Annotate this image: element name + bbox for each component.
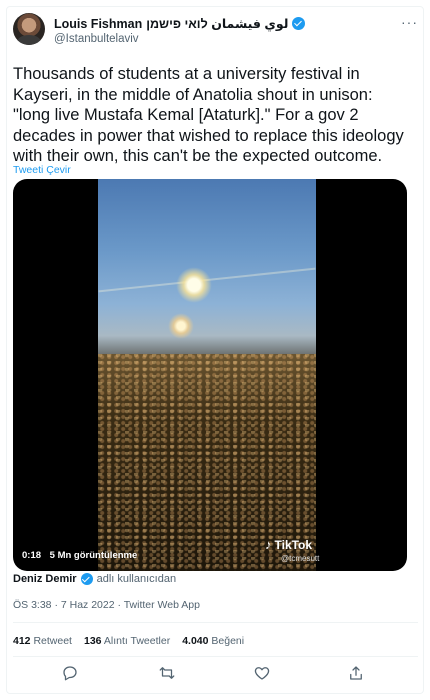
video-info: 0:18 5 Mn görüntülenme: [22, 550, 143, 561]
author-name-alt[interactable]: لوي فيشمان לואי פישמן: [146, 16, 288, 31]
tiktok-icon: ♪: [265, 537, 272, 552]
author-name-row[interactable]: Louis Fishman لوي فيشمان לואי פישמן: [54, 16, 306, 31]
video-duration: 0:18: [22, 550, 42, 561]
action-bar: [13, 664, 408, 684]
tiktok-label: TikTok: [274, 537, 313, 552]
tiktok-handle: @tcmesutt: [281, 554, 320, 563]
tweet-timestamp[interactable]: ÖS 3:38 · 7 Haz 2022 · Twitter Web App: [13, 599, 200, 611]
translate-link[interactable]: Tweeti Çevir: [13, 164, 71, 176]
reply-icon[interactable]: [61, 664, 79, 682]
retweets-count: 412: [13, 635, 31, 647]
more-icon[interactable]: ···: [401, 14, 418, 30]
quotes-stat[interactable]: 136 Alıntı Tweetler: [84, 635, 170, 647]
media-attribution[interactable]: Deniz Demir adlı kullanıcıdan: [13, 573, 176, 585]
video-views: 5 Mn görüntülenme: [49, 550, 138, 561]
retweets-label: Retweet: [33, 635, 72, 647]
verified-badge-icon: [292, 17, 306, 30]
tweet-text: Thousands of students at a university fe…: [13, 65, 404, 165]
video-player[interactable]: 0:18 5 Mn görüntülenme ♪ TikTok @tcmesut…: [13, 179, 407, 571]
retweets-stat[interactable]: 412 Retweet: [13, 635, 72, 647]
quotes-count: 136: [83, 635, 102, 647]
quotes-label: Alıntı Tweetler: [103, 635, 171, 647]
retweet-icon[interactable]: [158, 664, 176, 682]
video-frame[interactable]: [98, 179, 316, 571]
stage-light: [168, 313, 194, 339]
likes-stat[interactable]: 4.040 Beğeni: [182, 635, 244, 647]
share-icon[interactable]: [347, 664, 365, 682]
author-name[interactable]: Louis Fishman: [54, 17, 142, 31]
likes-count: 4.040: [182, 635, 209, 647]
divider: [13, 622, 418, 623]
stage-light: [176, 267, 212, 303]
verified-badge-icon: [80, 573, 93, 585]
attribution-name[interactable]: Deniz Demir: [13, 573, 77, 585]
divider: [13, 656, 418, 657]
tweet-stats: 412 Retweet 136 Alıntı Tweetler 4.040 Be…: [13, 635, 244, 647]
author-avatar[interactable]: [13, 13, 45, 45]
tiktok-watermark: ♪ TikTok: [265, 537, 312, 552]
likes-label: Beğeni: [211, 635, 245, 647]
like-icon[interactable]: [253, 664, 271, 682]
attribution-suffix: adlı kullanıcıdan: [96, 573, 177, 585]
author-handle[interactable]: @Istanbultelaviv: [54, 33, 139, 45]
